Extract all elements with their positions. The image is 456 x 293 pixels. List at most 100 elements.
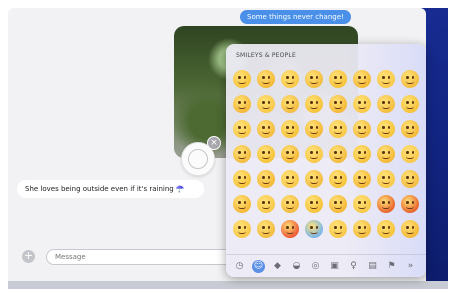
- emoji-eye: [387, 226, 390, 229]
- emoji-mouth: [262, 206, 270, 209]
- add-attachment-button[interactable]: +: [22, 250, 35, 263]
- emoji-cell[interactable]: [257, 70, 275, 88]
- emoji-cell[interactable]: [353, 220, 371, 238]
- emoji-cell[interactable]: [281, 95, 299, 113]
- more-icon[interactable]: »: [404, 260, 417, 273]
- emoji-cell[interactable]: [401, 95, 419, 113]
- emoji-cell[interactable]: [329, 120, 347, 138]
- emoji-cell[interactable]: [257, 145, 275, 163]
- emoji-cell[interactable]: [305, 95, 323, 113]
- sent-message-bubble[interactable]: Some things never change!: [240, 10, 351, 24]
- emoji-cell[interactable]: [257, 120, 275, 138]
- emoji-cell[interactable]: [305, 170, 323, 188]
- emoji-cell[interactable]: [305, 195, 323, 213]
- emoji-mouth: [286, 231, 294, 234]
- emoji-cell[interactable]: [257, 195, 275, 213]
- emoji-eye: [291, 176, 294, 179]
- emoji-cell[interactable]: [329, 195, 347, 213]
- reaction-ring-icon: [188, 149, 208, 169]
- emoji-cell[interactable]: [257, 170, 275, 188]
- emoji-mouth: [286, 81, 294, 84]
- emoji-cell[interactable]: [377, 120, 395, 138]
- emoji-cell[interactable]: [329, 170, 347, 188]
- food-icon[interactable]: ◒: [290, 260, 303, 273]
- emoji-eye: [387, 76, 390, 79]
- emoji-eye: [411, 76, 414, 79]
- emoji-cell[interactable]: [377, 220, 395, 238]
- emoji-eye: [243, 226, 246, 229]
- emoji-cell[interactable]: [353, 145, 371, 163]
- emoji-cell[interactable]: [233, 170, 251, 188]
- emoji-cell[interactable]: [353, 70, 371, 88]
- emoji-cell[interactable]: [401, 195, 419, 213]
- emoji-eye: [382, 76, 385, 79]
- emoji-cell[interactable]: [233, 220, 251, 238]
- emoji-cell[interactable]: [377, 170, 395, 188]
- emoji-cell[interactable]: [305, 120, 323, 138]
- emoji-cell[interactable]: [281, 170, 299, 188]
- emoji-cell[interactable]: [377, 70, 395, 88]
- emoji-eye: [243, 126, 246, 129]
- emoji-cell[interactable]: [257, 95, 275, 113]
- emoji-cell[interactable]: [377, 195, 395, 213]
- emoji-cell[interactable]: [329, 220, 347, 238]
- car-icon[interactable]: ▣: [328, 260, 341, 273]
- emoji-cell[interactable]: [305, 220, 323, 238]
- emoji-cell[interactable]: [233, 120, 251, 138]
- emoji-cell[interactable]: [353, 95, 371, 113]
- emoji-cell[interactable]: [353, 170, 371, 188]
- emoji-cell[interactable]: [281, 70, 299, 88]
- emoji-eye: [262, 76, 265, 79]
- emoji-cell[interactable]: [233, 145, 251, 163]
- window-bottom-edge: [8, 281, 448, 289]
- emoji-cell[interactable]: [329, 70, 347, 88]
- emoji-eye: [291, 76, 294, 79]
- emoji-eye: [358, 76, 361, 79]
- ball-icon[interactable]: ◎: [309, 260, 322, 273]
- emoji-mouth: [382, 131, 390, 134]
- emoji-cell[interactable]: [329, 145, 347, 163]
- symbols-icon[interactable]: ▤: [366, 260, 379, 273]
- emoji-cell[interactable]: [377, 145, 395, 163]
- emoji-cell[interactable]: [281, 220, 299, 238]
- emoji-cell[interactable]: [281, 195, 299, 213]
- emoji-mouth: [334, 156, 342, 159]
- clock-icon[interactable]: ◷: [233, 260, 246, 273]
- emoji-cell[interactable]: [401, 70, 419, 88]
- emoji-mouth: [358, 81, 366, 84]
- emoji-cell[interactable]: [329, 95, 347, 113]
- emoji-eye: [387, 176, 390, 179]
- emoji-mouth: [310, 81, 318, 84]
- emoji-cell[interactable]: [281, 120, 299, 138]
- received-message-bubble[interactable]: She loves being outside even if it's rai…: [17, 180, 204, 198]
- emoji-cell[interactable]: [353, 120, 371, 138]
- emoji-cell[interactable]: [233, 70, 251, 88]
- emoji-cell[interactable]: [401, 170, 419, 188]
- emoji-cell[interactable]: [305, 70, 323, 88]
- emoji-eye: [286, 126, 289, 129]
- emoji-cell[interactable]: [401, 120, 419, 138]
- emoji-mouth: [382, 106, 390, 109]
- bulb-icon[interactable]: ♀: [347, 260, 360, 273]
- smiley-icon[interactable]: ☺: [252, 260, 265, 273]
- emoji-cell[interactable]: [353, 195, 371, 213]
- animal-icon[interactable]: ◆: [271, 260, 284, 273]
- emoji-eye: [267, 226, 270, 229]
- emoji-eye: [382, 176, 385, 179]
- close-icon[interactable]: ×: [207, 136, 221, 150]
- emoji-cell[interactable]: [233, 195, 251, 213]
- emoji-eye: [262, 151, 265, 154]
- emoji-cell[interactable]: [401, 145, 419, 163]
- emoji-cell[interactable]: [257, 220, 275, 238]
- emoji-cell[interactable]: [233, 95, 251, 113]
- emoji-mouth: [406, 206, 414, 209]
- emoji-cell[interactable]: [281, 145, 299, 163]
- flag-icon[interactable]: ⚑: [385, 260, 398, 273]
- emoji-eye: [363, 201, 366, 204]
- emoji-cell[interactable]: [377, 95, 395, 113]
- emoji-eye: [243, 101, 246, 104]
- emoji-cell[interactable]: [305, 145, 323, 163]
- message-input[interactable]: [46, 249, 236, 265]
- emoji-mouth: [310, 106, 318, 109]
- emoji-cell[interactable]: [401, 220, 419, 238]
